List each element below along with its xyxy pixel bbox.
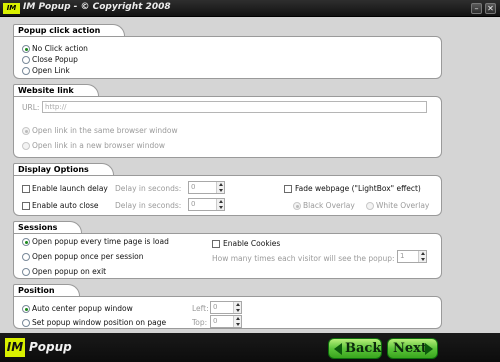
label-white-overlay: White Overlay xyxy=(376,201,430,210)
label-close-popup: Close Popup xyxy=(32,55,78,64)
radio-white-overlay[interactable] xyxy=(366,202,374,210)
section-title-website-link: Website link xyxy=(13,84,99,96)
checkbox-fade-webpage[interactable] xyxy=(284,185,292,193)
auto-close-value: 0 xyxy=(191,200,196,208)
times-per-visitor-stepper[interactable]: 1 xyxy=(397,250,427,263)
radio-auto-center[interactable] xyxy=(22,305,30,313)
launch-delay-stepper[interactable]: 0 xyxy=(188,181,225,194)
label-once-per-session: Open popup once per session xyxy=(32,252,144,261)
back-arrow-icon xyxy=(334,343,342,355)
label-launch-delay-seconds: Delay in seconds: xyxy=(115,184,182,193)
label-no-click-action: No Click action xyxy=(32,44,88,53)
launch-delay-value: 0 xyxy=(191,183,196,191)
brand-logo-popup: Popup xyxy=(29,340,72,354)
url-input[interactable]: http:// xyxy=(42,101,427,113)
label-set-position: Set popup window position on page xyxy=(32,318,167,327)
radio-new-window[interactable] xyxy=(22,142,30,150)
brand-logo-im: IM xyxy=(5,338,25,357)
back-label: Back xyxy=(345,341,382,356)
url-label: URL: xyxy=(22,103,40,112)
next-button[interactable]: Next xyxy=(387,338,438,359)
back-button[interactable]: Back xyxy=(328,338,382,359)
radio-same-window[interactable] xyxy=(22,127,30,135)
label-auto-center: Auto center popup window xyxy=(32,304,133,313)
spinner-arrows-icon[interactable] xyxy=(216,199,224,210)
radio-open-link[interactable] xyxy=(22,67,30,75)
spinner-arrows-icon[interactable] xyxy=(418,251,426,262)
app-logo: IM xyxy=(3,3,20,14)
label-auto-close-seconds: Delay in seconds: xyxy=(115,201,182,210)
section-title-sessions: Sessions xyxy=(13,221,83,233)
radio-set-position[interactable] xyxy=(22,319,30,327)
brand-logo: IM Popup xyxy=(5,338,85,357)
title-bar: IM IM Popup - © Copyright 2008 – ✕ xyxy=(0,0,500,17)
minimize-button[interactable]: – xyxy=(471,3,482,14)
main-content: Popup click action No Click action Close… xyxy=(0,17,500,333)
auto-close-stepper[interactable]: 0 xyxy=(188,198,225,211)
footer-bar: IM Popup Back Next xyxy=(0,333,500,362)
label-new-window: Open link in a new browser window xyxy=(32,141,165,150)
radio-close-popup[interactable] xyxy=(22,56,30,64)
checkbox-auto-close[interactable] xyxy=(22,202,30,210)
label-open-link: Open Link xyxy=(32,66,70,75)
label-launch-delay: Enable launch delay xyxy=(32,184,108,193)
radio-no-click-action[interactable] xyxy=(22,45,30,53)
section-title-position: Position xyxy=(13,284,80,296)
radio-every-time[interactable] xyxy=(22,238,30,246)
spinner-arrows-icon[interactable] xyxy=(233,316,241,327)
label-black-overlay: Black Overlay xyxy=(303,201,355,210)
spinner-arrows-icon[interactable] xyxy=(233,302,241,313)
section-title-popup-click: Popup click action xyxy=(13,24,126,36)
spinner-arrows-icon[interactable] xyxy=(216,182,224,193)
top-position-stepper[interactable]: 0 xyxy=(210,315,242,328)
label-fade-webpage: Fade webpage ("LightBox" effect) xyxy=(295,184,421,193)
label-on-exit: Open popup on exit xyxy=(32,267,107,276)
checkbox-launch-delay[interactable] xyxy=(22,185,30,193)
next-label: Next xyxy=(393,341,427,356)
left-position-value: 0 xyxy=(213,303,218,311)
times-per-visitor-value: 1 xyxy=(400,252,405,260)
section-title-display-options: Display Options xyxy=(13,163,114,175)
radio-once-per-session[interactable] xyxy=(22,253,30,261)
label-auto-close: Enable auto close xyxy=(32,201,99,210)
left-position-stepper[interactable]: 0 xyxy=(210,301,242,314)
next-arrow-icon xyxy=(425,343,433,355)
window-title: IM Popup - © Copyright 2008 xyxy=(23,2,171,12)
label-enable-cookies: Enable Cookies xyxy=(223,239,281,248)
close-button[interactable]: ✕ xyxy=(485,3,496,14)
radio-on-exit[interactable] xyxy=(22,268,30,276)
label-every-time: Open popup every time page is load xyxy=(32,237,169,246)
radio-black-overlay[interactable] xyxy=(293,202,301,210)
label-top: Top: xyxy=(192,318,208,327)
label-same-window: Open link in the same browser window xyxy=(32,126,178,135)
window-controls: – ✕ xyxy=(471,3,496,14)
top-position-value: 0 xyxy=(213,317,218,325)
checkbox-enable-cookies[interactable] xyxy=(212,240,220,248)
label-left: Left: xyxy=(192,304,209,313)
label-times-per-visitor: How many times each visitor will see the… xyxy=(212,254,395,263)
